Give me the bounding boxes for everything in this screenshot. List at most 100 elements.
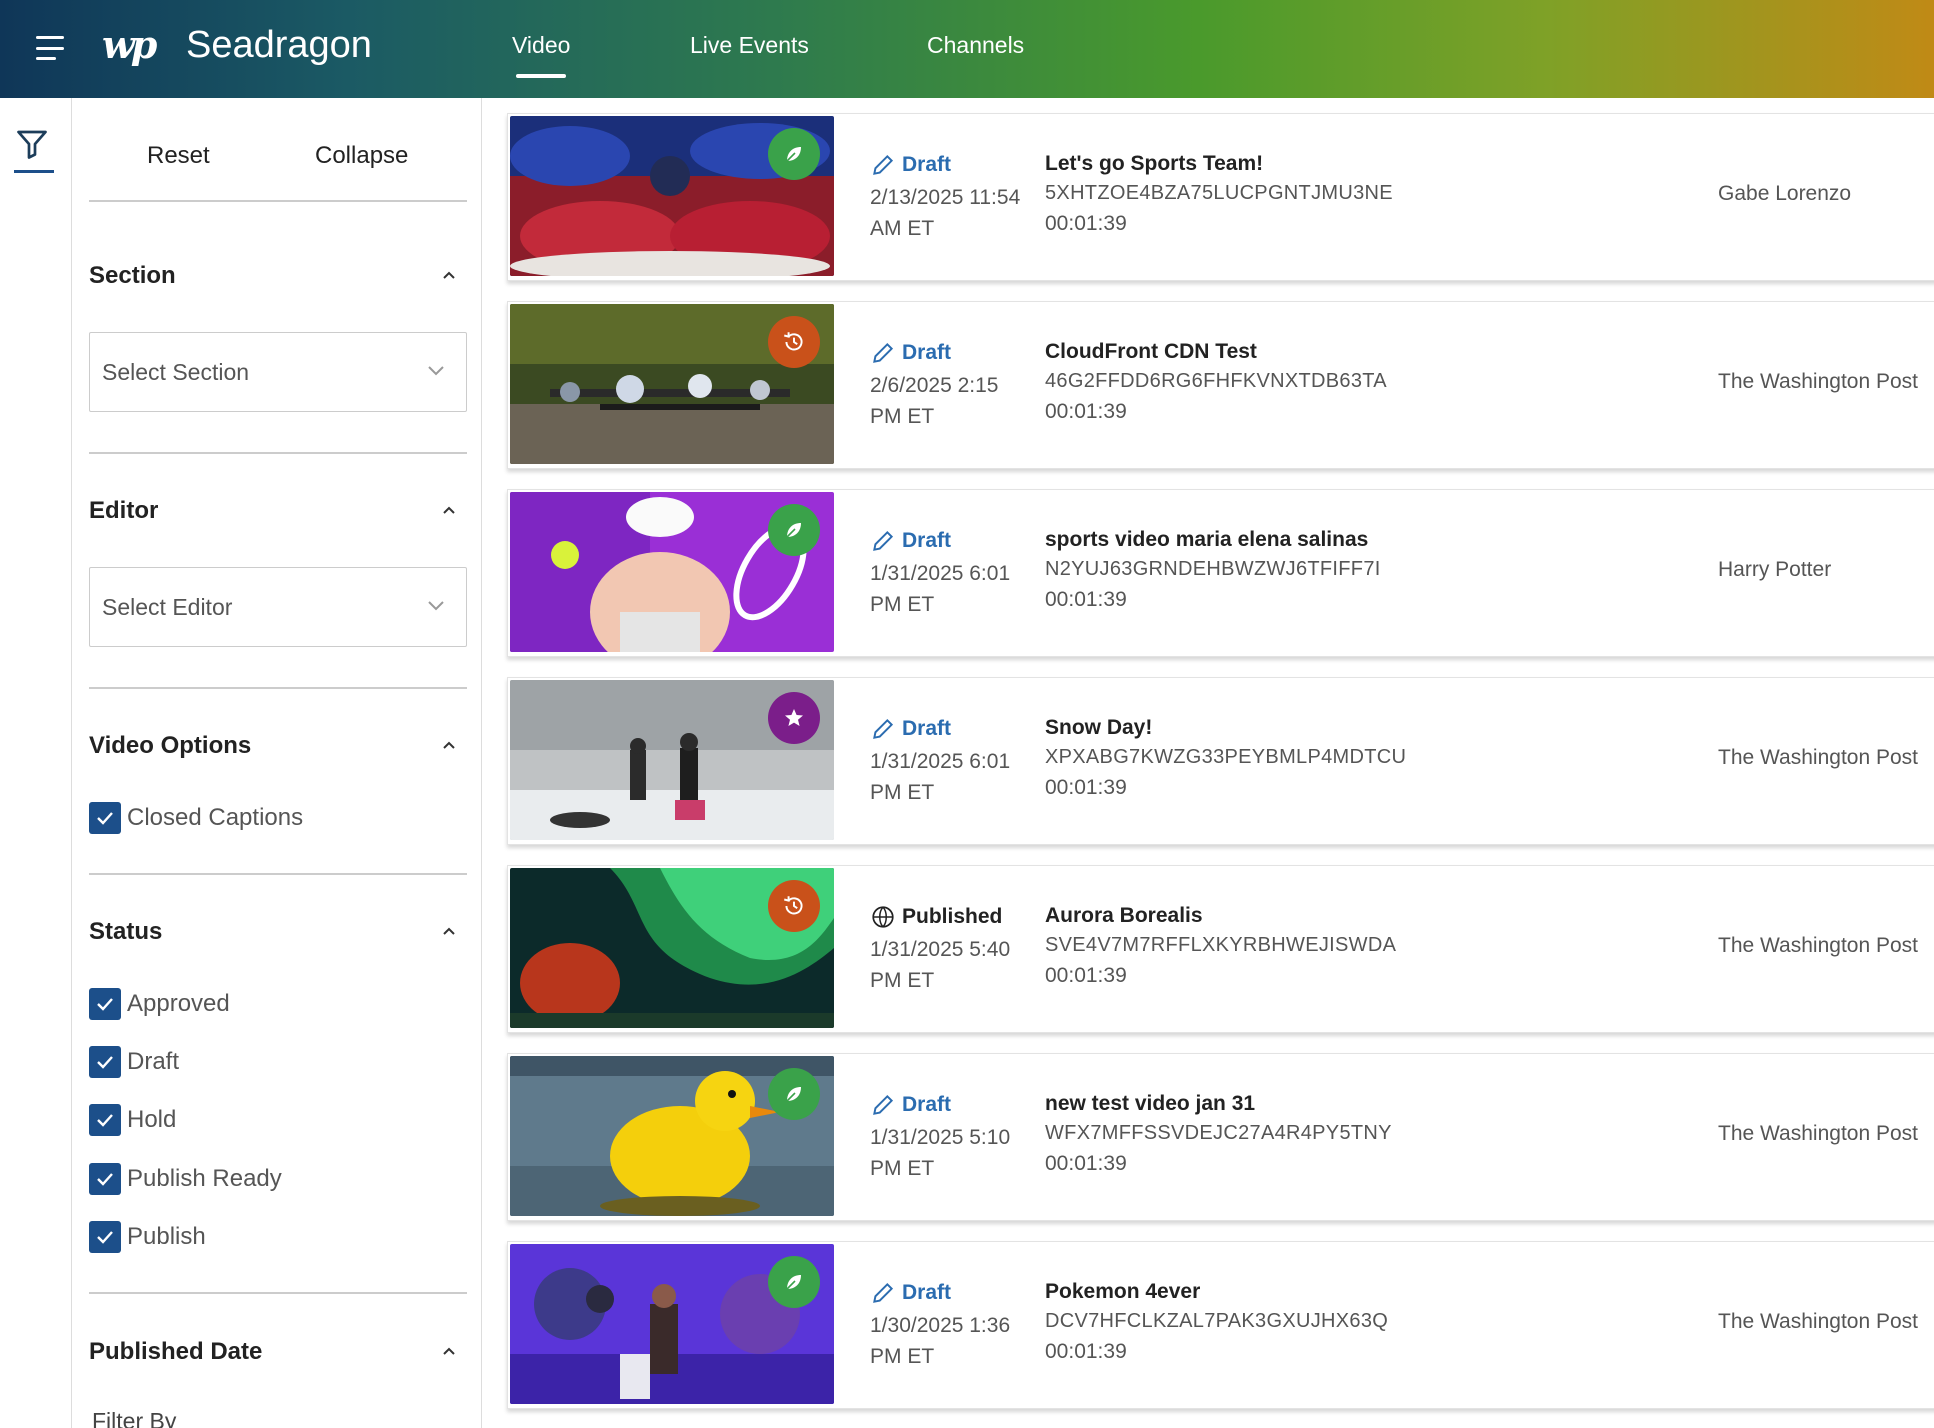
- chevron-up-icon[interactable]: [442, 924, 456, 938]
- video-date: 1/31/2025 5:10 PM ET: [870, 1126, 1011, 1180]
- video-owner: The Washington Post: [1718, 1310, 1918, 1333]
- tab-channels[interactable]: Channels: [927, 32, 1024, 59]
- closed-captions-checkbox[interactable]: Closed Captions: [89, 801, 303, 835]
- tab-live-events[interactable]: Live Events: [690, 32, 809, 59]
- chevron-up-icon[interactable]: [442, 1344, 456, 1358]
- status-draft: Draft: [870, 716, 951, 742]
- chevron-up-icon[interactable]: [442, 268, 456, 282]
- section-select-placeholder: Select Section: [102, 359, 250, 385]
- divider: [89, 687, 467, 689]
- chevron-up-icon[interactable]: [442, 738, 456, 752]
- filter-sidebar: Reset Collapse Section Select Section Ed…: [72, 98, 482, 1428]
- collapse-button[interactable]: Collapse: [315, 142, 408, 170]
- left-rail: [0, 98, 72, 1428]
- video-title[interactable]: Snow Day!: [1045, 716, 1152, 740]
- video-title[interactable]: sports video maria elena salinas: [1045, 528, 1368, 552]
- divider: [89, 200, 467, 202]
- video-title[interactable]: new test video jan 31: [1045, 1092, 1255, 1116]
- filter-by-label: Filter By: [92, 1408, 177, 1428]
- leaf-icon: [768, 128, 820, 180]
- video-id: 5XHTZOE4BZA75LUCPGNTJMU3NE: [1045, 182, 1393, 204]
- reset-button[interactable]: Reset: [147, 142, 210, 170]
- video-owner: Gabe Lorenzo: [1718, 182, 1852, 205]
- video-id: N2YUJ63GRNDEHBWZWJ6TFIFF7I: [1045, 558, 1381, 580]
- section-heading: Section: [89, 262, 176, 289]
- leaf-icon: [768, 504, 820, 556]
- top-app-bar: wp Seadragon Video Live Events Channels: [0, 0, 1934, 98]
- video-title[interactable]: Pokemon 4ever: [1045, 1280, 1200, 1304]
- checkbox-checked[interactable]: [89, 802, 121, 834]
- video-id: SVE4V7M7RFFLXKYRBHWEJISWDA: [1045, 934, 1397, 956]
- editor-select[interactable]: Select Editor: [89, 567, 467, 647]
- video-duration: 00:01:39: [1045, 964, 1127, 987]
- checkbox-label: Hold: [127, 1106, 177, 1133]
- pencil-icon: [873, 718, 894, 739]
- video-id: XPXABG7KWZG33PEYBMLP4MDTCU: [1045, 746, 1407, 768]
- status-published: Published: [870, 904, 1002, 930]
- section-select[interactable]: Select Section: [89, 332, 467, 412]
- leaf-icon: [768, 1256, 820, 1308]
- chevron-up-icon[interactable]: [442, 503, 456, 517]
- video-card[interactable]: Draft 1/31/2025 6:01 PM ET Snow Day! XPX…: [507, 677, 1934, 845]
- checkbox-label: Approved: [127, 990, 230, 1017]
- checkbox-checked[interactable]: [89, 1221, 121, 1253]
- video-card[interactable]: Draft 1/30/2025 1:36 PM ET Pokemon 4ever…: [507, 1241, 1934, 1409]
- video-card[interactable]: Draft 2/13/2025 11:54 AM ET Let's go Spo…: [507, 113, 1934, 281]
- leaf-icon: [768, 1068, 820, 1120]
- status-hold-checkbox[interactable]: Hold: [89, 1103, 176, 1137]
- video-title[interactable]: Let's go Sports Team!: [1045, 152, 1263, 176]
- checkbox-checked[interactable]: [89, 988, 121, 1020]
- video-date: 1/30/2025 1:36 PM ET: [870, 1314, 1011, 1368]
- video-title[interactable]: Aurora Borealis: [1045, 904, 1203, 928]
- status-publish-checkbox[interactable]: Publish: [89, 1220, 206, 1254]
- video-card[interactable]: Published 1/31/2025 5:40 PM ET Aurora Bo…: [507, 865, 1934, 1033]
- status-heading: Status: [89, 918, 163, 945]
- checkbox-checked[interactable]: [89, 1046, 121, 1078]
- pencil-icon: [873, 342, 894, 363]
- video-date: 1/31/2025 6:01 PM ET: [870, 562, 1011, 616]
- filter-toggle[interactable]: [14, 126, 54, 176]
- video-id: DCV7HFCLKZAL7PAK3GXUJHX63Q: [1045, 1310, 1389, 1332]
- tab-video[interactable]: Video: [512, 32, 570, 78]
- pencil-icon: [873, 530, 894, 551]
- video-owner: The Washington Post: [1718, 370, 1918, 393]
- video-owner: Harry Potter: [1718, 558, 1832, 581]
- video-list: Draft 2/13/2025 11:54 AM ET Let's go Spo…: [482, 98, 1934, 1428]
- editor-select-placeholder: Select Editor: [102, 594, 233, 620]
- status-publish-ready-checkbox[interactable]: Publish Ready: [89, 1162, 282, 1196]
- status-draft-checkbox[interactable]: Draft: [89, 1045, 179, 1079]
- published-date-heading: Published Date: [89, 1338, 263, 1365]
- menu-icon[interactable]: [30, 30, 70, 66]
- video-card[interactable]: Draft 1/31/2025 5:10 PM ET new test vide…: [507, 1053, 1934, 1221]
- video-duration: 00:01:39: [1045, 588, 1127, 611]
- video-card[interactable]: Draft 2/6/2025 2:15 PM ET CloudFront CDN…: [507, 301, 1934, 469]
- divider: [89, 1292, 467, 1294]
- wp-logo[interactable]: wp: [102, 22, 157, 67]
- checkbox-checked[interactable]: [89, 1163, 121, 1195]
- pencil-icon: [873, 154, 894, 175]
- app-title: Seadragon: [186, 24, 372, 66]
- video-duration: 00:01:39: [1045, 1152, 1127, 1175]
- video-id: 46G2FFDD6RG6FHFKVNXTDB63TA: [1045, 370, 1387, 392]
- checkbox-checked[interactable]: [89, 1104, 121, 1136]
- video-date: 2/13/2025 11:54 AM ET: [870, 186, 1021, 240]
- status-draft: Draft: [870, 1092, 951, 1118]
- video-card[interactable]: Draft 1/31/2025 6:01 PM ET sports video …: [507, 489, 1934, 657]
- status-draft: Draft: [870, 528, 951, 554]
- pencil-icon: [873, 1282, 894, 1303]
- video-date: 1/31/2025 5:40 PM ET: [870, 938, 1011, 992]
- video-options-heading: Video Options: [89, 732, 252, 759]
- status-draft: Draft: [870, 340, 951, 366]
- divider: [89, 873, 467, 875]
- status-approved-checkbox[interactable]: Approved: [89, 987, 230, 1021]
- editor-heading: Editor: [89, 497, 159, 524]
- checkbox-label: Publish Ready: [127, 1165, 282, 1192]
- chevron-down-icon: [428, 366, 444, 376]
- star-icon: [768, 692, 820, 744]
- checkbox-label: Publish: [127, 1223, 206, 1250]
- video-date: 1/31/2025 6:01 PM ET: [870, 750, 1011, 804]
- checkbox-label: Closed Captions: [127, 804, 304, 831]
- video-duration: 00:01:39: [1045, 400, 1127, 423]
- video-title[interactable]: CloudFront CDN Test: [1045, 340, 1257, 364]
- video-duration: 00:01:39: [1045, 1340, 1127, 1363]
